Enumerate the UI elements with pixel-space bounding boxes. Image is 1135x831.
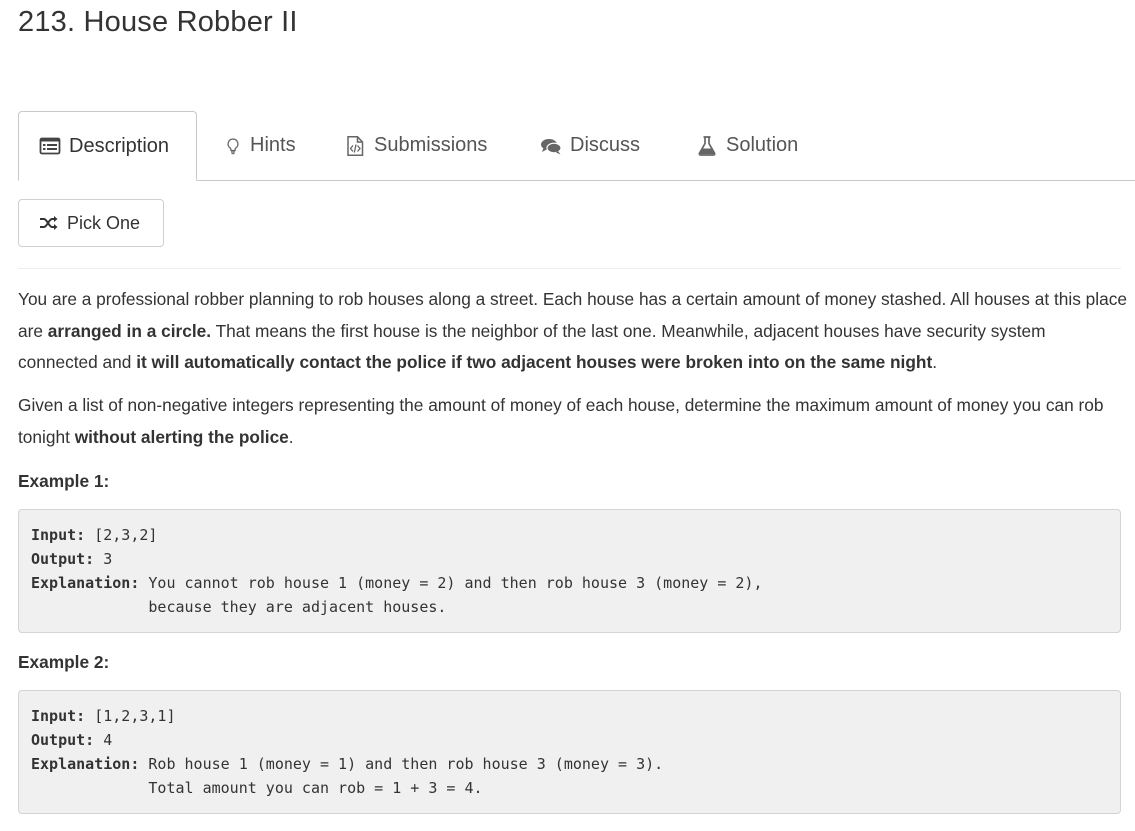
example-2-code-block: Input: [1,2,3,1] Output: 4 Explanation: … [18, 690, 1121, 814]
tab-label: Solution [726, 134, 799, 156]
example-2-heading: Example 2: [18, 652, 110, 672]
input-value: [1,2,3,1] [85, 707, 176, 725]
output-value: 4 [94, 731, 113, 749]
tab-discuss[interactable]: Discuss [540, 111, 640, 180]
tab-label: Hints [250, 134, 296, 156]
divider [18, 268, 1121, 269]
description-paragraph-1: You are a professional robber planning t… [18, 284, 1128, 379]
explanation-line-1: Rob house 1 (money = 1) and then rob hou… [139, 755, 664, 773]
tab-submissions[interactable]: Submissions [344, 111, 487, 180]
page-title: 213. House Robber II [18, 6, 298, 38]
text: . [288, 426, 294, 447]
emphasis-text: arranged in a circle. [47, 320, 212, 341]
shuffle-icon [40, 216, 58, 230]
list-icon [39, 137, 61, 155]
comments-icon [541, 138, 562, 154]
explanation-line-2: Total amount you can rob = 1 + 3 = 4. [31, 779, 483, 797]
input-label: Input: [31, 526, 86, 544]
tab-solution[interactable]: Solution [696, 111, 798, 180]
tab-hints[interactable]: Hints [224, 111, 296, 180]
tab-label: Submissions [374, 134, 488, 156]
flask-icon [698, 135, 716, 156]
explanation-label: Explanation: [31, 755, 140, 773]
pick-one-button[interactable]: Pick One [18, 199, 164, 247]
input-value: [2,3,2] [85, 526, 158, 544]
output-label: Output: [31, 731, 95, 749]
explanation-label: Explanation: [31, 574, 140, 592]
pick-one-label: Pick One [67, 212, 141, 233]
text: . [932, 352, 938, 372]
example-1-heading: Example 1: [18, 471, 110, 491]
tab-label: Discuss [570, 134, 641, 156]
input-label: Input: [31, 707, 86, 725]
explanation-line-2: because they are adjacent houses. [31, 598, 447, 616]
tab-description[interactable]: Description [18, 111, 197, 181]
emphasis-text: without alerting the police [74, 426, 289, 447]
emphasis-text: it will automatically contact the police… [136, 352, 933, 372]
code-file-icon [347, 135, 364, 156]
tab-bar: Description Hints Submissions Discuss So… [18, 111, 1135, 181]
description-paragraph-2: Given a list of non-negative integers re… [18, 390, 1128, 453]
tab-label: Description [69, 134, 170, 157]
lightbulb-icon [227, 137, 239, 154]
example-1-code-block: Input: [2,3,2] Output: 3 Explanation: Yo… [18, 509, 1121, 633]
output-value: 3 [94, 550, 113, 568]
explanation-line-1: You cannot rob house 1 (money = 2) and t… [139, 574, 763, 592]
output-label: Output: [31, 550, 95, 568]
